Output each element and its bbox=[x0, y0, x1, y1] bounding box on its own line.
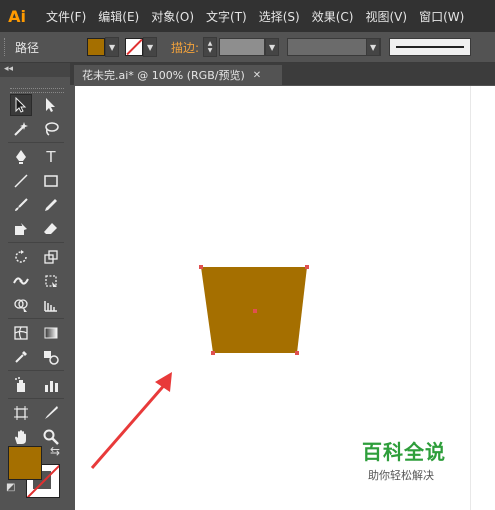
line-tool-icon[interactable] bbox=[10, 170, 32, 192]
close-icon[interactable]: ✕ bbox=[253, 70, 261, 81]
chevron-down-icon[interactable]: ▼ bbox=[105, 37, 120, 57]
symbol-sprayer-tool-icon[interactable] bbox=[10, 374, 32, 396]
anchor-point[interactable] bbox=[305, 265, 309, 269]
document-tab[interactable]: 花未完.ai* @ 100% (RGB/预览) ✕ bbox=[74, 65, 282, 85]
stroke-weight-input[interactable] bbox=[219, 38, 266, 56]
pencil-tool-icon[interactable] bbox=[40, 194, 62, 216]
divider bbox=[8, 398, 64, 399]
annotation-arrow-line bbox=[90, 381, 169, 469]
toolbox-header: ◂◂ bbox=[0, 63, 70, 77]
slice-tool-icon[interactable] bbox=[40, 402, 62, 424]
watermark: 百科全说 助你轻松解决 bbox=[362, 436, 446, 483]
watermark-title: 百科全说 bbox=[362, 440, 446, 464]
divider bbox=[8, 318, 64, 319]
fill-color-dropdown[interactable]: ▼ bbox=[87, 37, 120, 57]
menu-edit[interactable]: 编辑(E) bbox=[98, 8, 139, 25]
chevron-down-icon[interactable]: ▼ bbox=[366, 38, 381, 56]
divider bbox=[8, 242, 64, 243]
blend-tool-icon[interactable] bbox=[40, 346, 62, 368]
menu-view[interactable]: 视图(V) bbox=[365, 8, 407, 25]
shape-builder-tool-icon[interactable] bbox=[10, 294, 32, 316]
center-point bbox=[253, 309, 257, 313]
toolbox-grip[interactable] bbox=[10, 88, 64, 93]
hand-tool-icon[interactable] bbox=[10, 426, 32, 448]
selection-type-label: 路径 bbox=[15, 40, 40, 55]
eraser-tool-icon[interactable] bbox=[40, 218, 62, 240]
chevron-down-icon[interactable]: ▼ bbox=[265, 38, 280, 56]
document-tab-title[interactable]: 花未完.ai* @ 100% (RGB/预览) bbox=[82, 67, 245, 83]
pen-tool-icon[interactable] bbox=[10, 146, 32, 168]
artboard-edge bbox=[470, 86, 495, 510]
divider bbox=[8, 370, 64, 371]
menu-type[interactable]: 文字(T) bbox=[206, 8, 247, 25]
document-tab-bar: 花未完.ai* @ 100% (RGB/预览) ✕ bbox=[70, 63, 495, 85]
menu-window[interactable]: 窗口(W) bbox=[419, 8, 464, 25]
anchor-point[interactable] bbox=[211, 351, 215, 355]
swap-fill-stroke-icon[interactable]: ⇆ bbox=[50, 444, 60, 458]
fill-color-box[interactable] bbox=[8, 446, 42, 480]
selection-tool-icon[interactable] bbox=[10, 94, 32, 116]
menu-select[interactable]: 选择(S) bbox=[259, 8, 300, 25]
menu-effect[interactable]: 效果(C) bbox=[312, 8, 354, 25]
eyedropper-tool-icon[interactable] bbox=[10, 346, 32, 368]
scale-tool-icon[interactable] bbox=[40, 246, 62, 268]
direct-selection-tool-icon[interactable] bbox=[40, 94, 62, 116]
stroke-weight-stepper[interactable]: ▲ ▼ bbox=[203, 37, 218, 57]
fill-swatch[interactable] bbox=[87, 38, 106, 56]
stroke-swatch[interactable] bbox=[125, 38, 144, 56]
watermark-subtitle: 助你轻松解决 bbox=[368, 469, 434, 482]
chevron-down-icon[interactable]: ▼ bbox=[143, 37, 158, 57]
toolbox: T ⇆ ◩ bbox=[2, 86, 70, 510]
control-bar: 路径 ▼ ▼ 描边: ▲ ▼ ▼ ▼ bbox=[0, 32, 495, 63]
menu-file[interactable]: 文件(F) bbox=[46, 8, 86, 25]
brush-definition-select[interactable] bbox=[389, 38, 472, 56]
type-tool-icon[interactable]: T bbox=[40, 146, 62, 168]
artboard-tool-icon[interactable] bbox=[10, 402, 32, 424]
annotation-arrow-head bbox=[155, 372, 172, 392]
magic-wand-tool-icon[interactable] bbox=[10, 118, 32, 140]
default-fill-stroke-icon[interactable]: ◩ bbox=[6, 482, 15, 493]
mesh-tool-icon[interactable] bbox=[10, 322, 32, 344]
gradient-tool-icon[interactable] bbox=[40, 322, 62, 344]
free-transform-tool-icon[interactable] bbox=[40, 270, 62, 292]
menu-bar: Ai 文件(F) 编辑(E) 对象(O) 文字(T) 选择(S) 效果(C) 视… bbox=[0, 0, 495, 32]
lasso-tool-icon[interactable] bbox=[40, 118, 62, 140]
control-bar-grip[interactable] bbox=[4, 38, 9, 56]
app-logo: Ai bbox=[8, 6, 26, 26]
shaper-tool-icon[interactable] bbox=[10, 218, 32, 240]
menu-object[interactable]: 对象(O) bbox=[151, 8, 194, 25]
variable-width-profile-select[interactable]: ▼ bbox=[287, 38, 382, 56]
perspective-grid-tool-icon[interactable] bbox=[40, 294, 62, 316]
divider bbox=[8, 142, 64, 143]
rotate-tool-icon[interactable] bbox=[10, 246, 32, 268]
anchor-point[interactable] bbox=[295, 351, 299, 355]
paintbrush-tool-icon[interactable] bbox=[10, 194, 32, 216]
stroke-color-dropdown[interactable]: ▼ bbox=[125, 37, 158, 57]
stroke-label[interactable]: 描边: bbox=[171, 39, 199, 56]
width-tool-icon[interactable] bbox=[10, 270, 32, 292]
column-graph-tool-icon[interactable] bbox=[40, 374, 62, 396]
rectangle-tool-icon[interactable] bbox=[40, 170, 62, 192]
collapse-icon[interactable]: ◂◂ bbox=[4, 64, 13, 74]
anchor-point[interactable] bbox=[199, 265, 203, 269]
